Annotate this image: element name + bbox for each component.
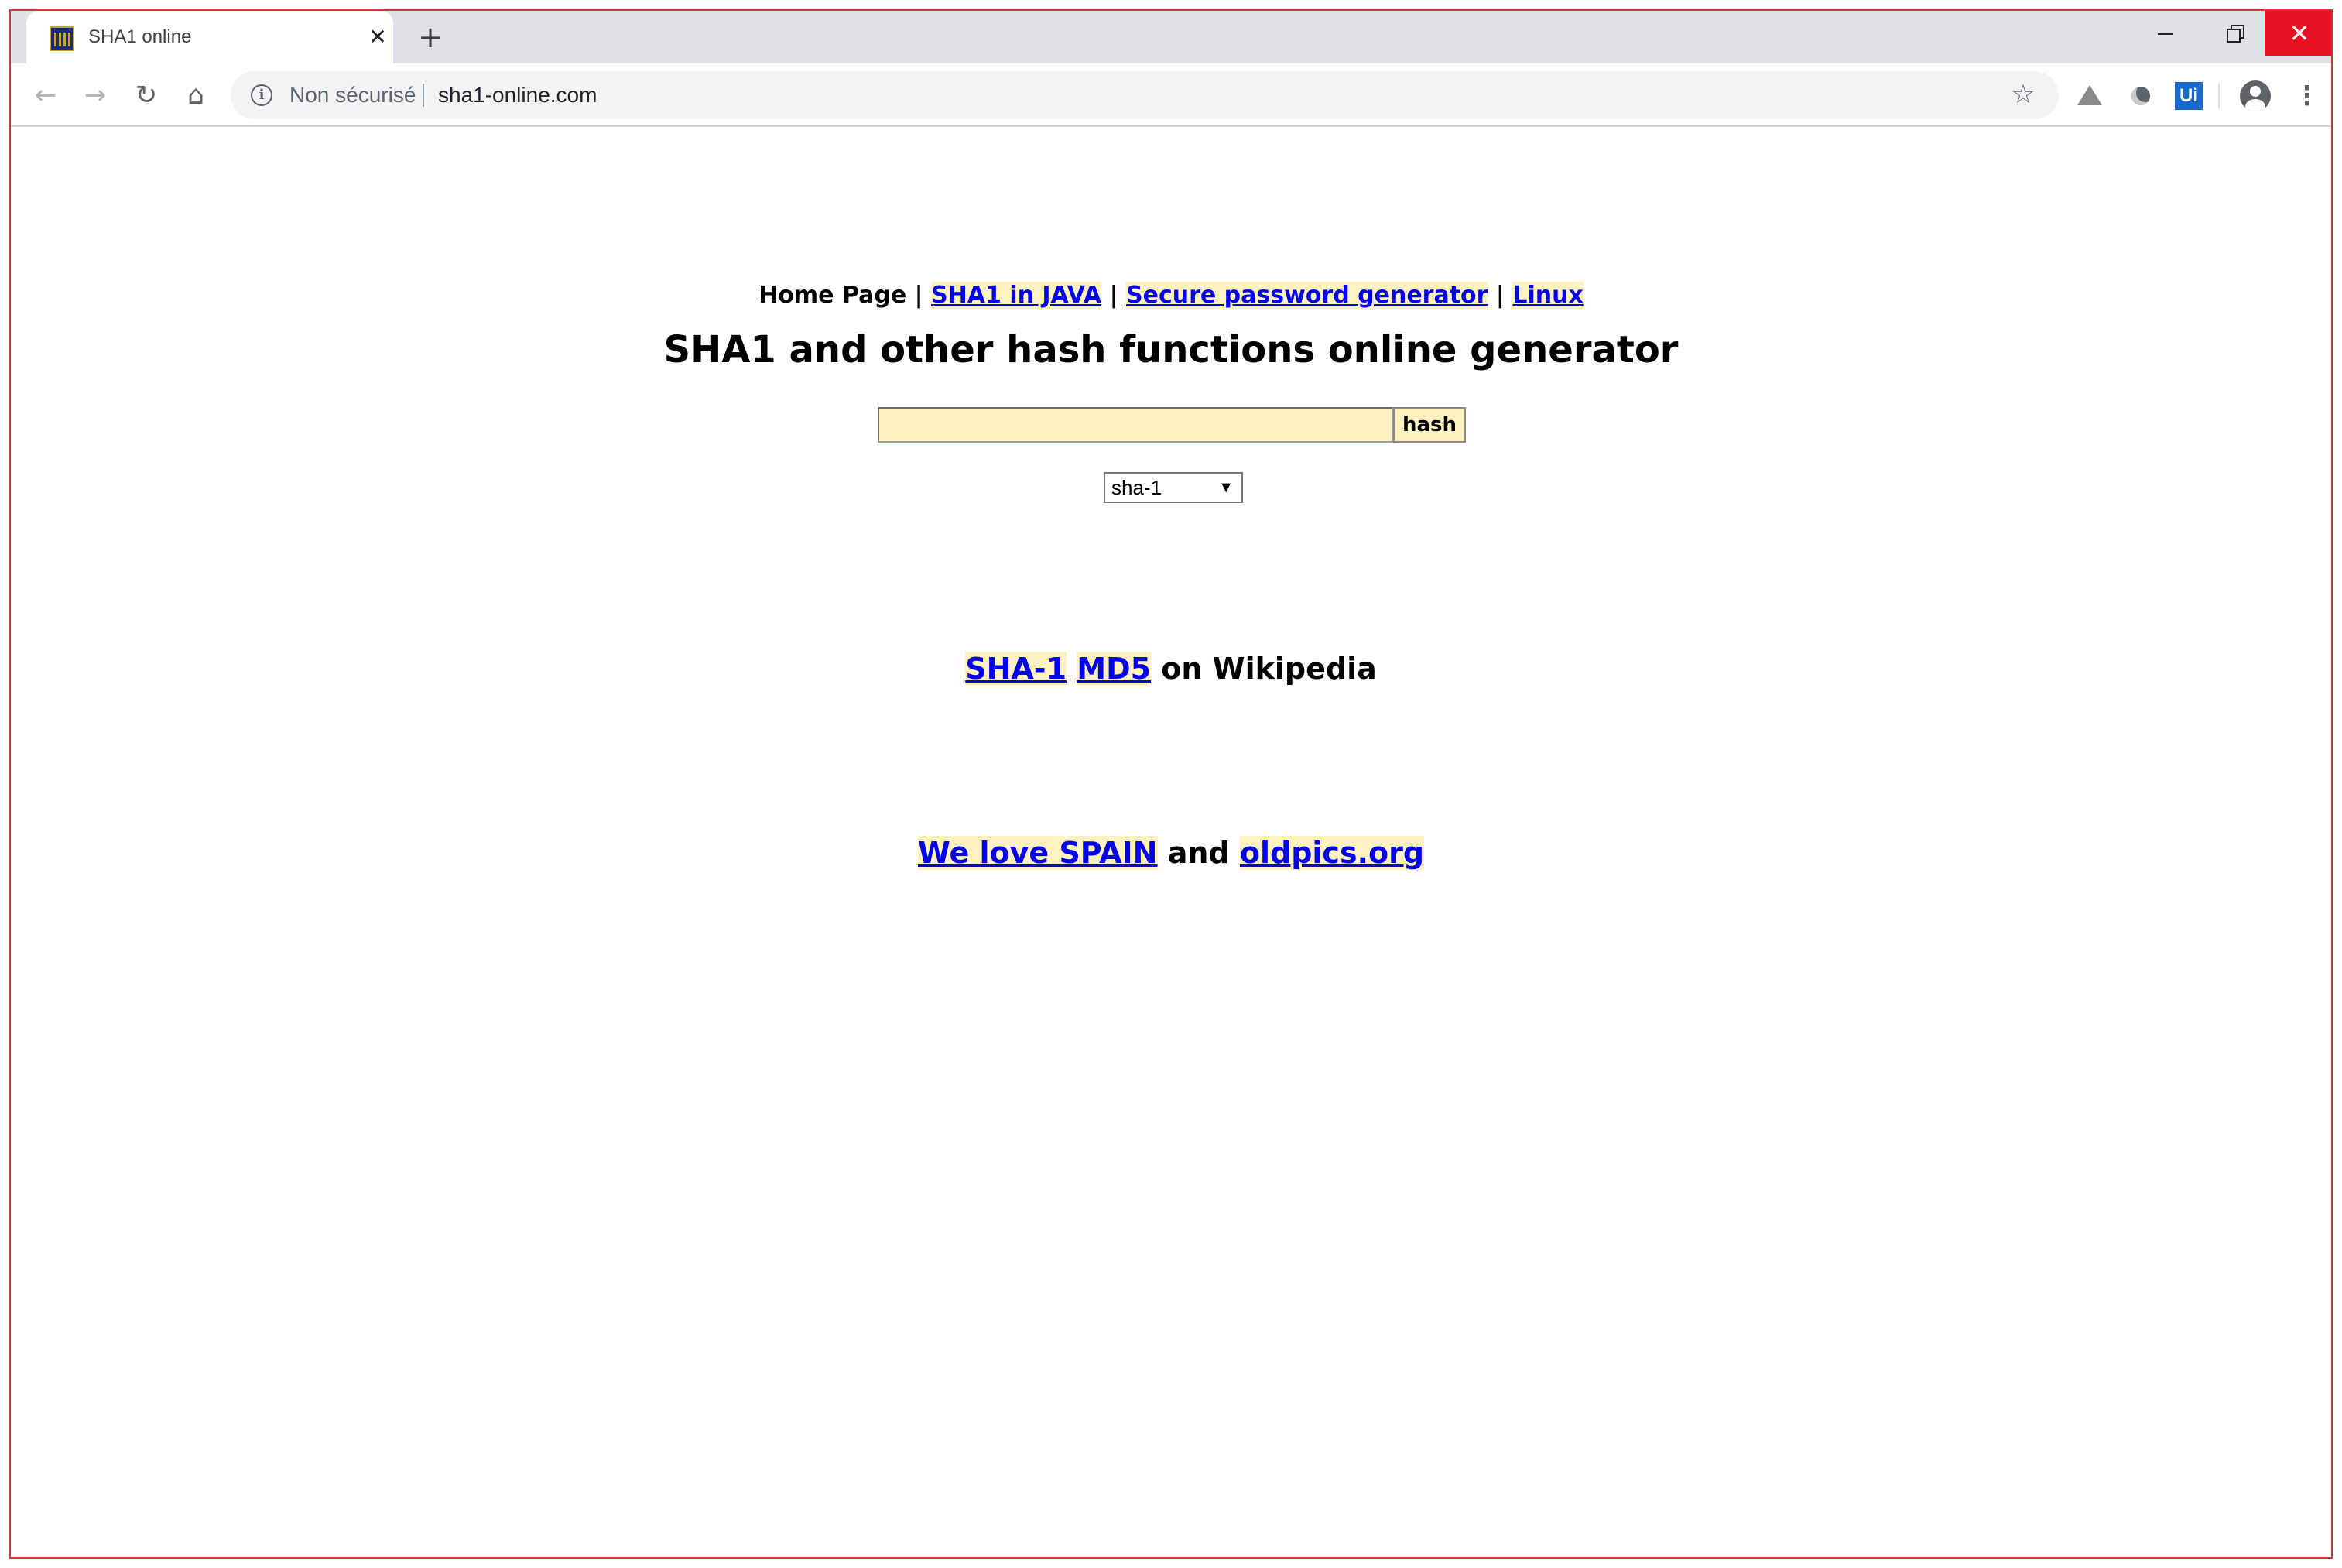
circle-extension-icon[interactable]	[2125, 80, 2156, 111]
browser-toolbar: ← → ↻ ⌂ i Non sécurisé sha1-online.com ☆…	[11, 63, 2331, 127]
nav-separator: |	[1101, 282, 1126, 309]
browser-window: SHA1 online ✕ + ✕ ← → ↻ ⌂ i Non sécurisé…	[9, 9, 2333, 1559]
more-menu-icon[interactable]: ⋮	[2294, 80, 2320, 111]
link-secure-password-generator[interactable]: Secure password generator	[1126, 282, 1488, 309]
bookmark-star-icon[interactable]: ☆	[2008, 79, 2039, 110]
algorithm-select[interactable]: sha-1 ▼	[1104, 472, 1243, 503]
nav-separator: |	[906, 282, 932, 309]
wikipedia-links: SHA-1 MD5 on Wikipedia	[11, 652, 2331, 686]
minimize-button[interactable]	[2130, 11, 2200, 56]
link-sha-1-wikipedia[interactable]: SHA-1	[965, 652, 1067, 686]
wikipedia-suffix: on Wikipedia	[1161, 652, 1377, 686]
tab-strip: SHA1 online ✕ + ✕	[11, 11, 2331, 63]
home-icon[interactable]: ⌂	[176, 76, 215, 115]
reload-icon[interactable]: ↻	[127, 76, 166, 115]
site-favicon-icon	[50, 26, 74, 51]
uipath-extension-icon[interactable]: Ui	[2175, 82, 2203, 110]
tab-close-icon[interactable]: ✕	[365, 25, 390, 50]
tab-sha1-online[interactable]: SHA1 online ✕	[26, 11, 393, 63]
url-divider	[423, 84, 424, 107]
nav-home-page: Home Page	[758, 282, 907, 309]
promo-and: and	[1167, 836, 1230, 870]
toolbar-divider	[2218, 84, 2220, 108]
promo-links: We love SPAIN and oldpics.org	[11, 836, 2331, 870]
restore-button[interactable]	[2200, 11, 2269, 56]
dropdown-arrow-icon: ▼	[1218, 479, 1234, 496]
link-sha1-in-java[interactable]: SHA1 in JAVA	[931, 282, 1102, 309]
top-navigation: Home Page | SHA1 in JAVA | Secure passwo…	[11, 282, 2331, 309]
link-we-love-spain[interactable]: We love SPAIN	[917, 836, 1158, 870]
page-title: SHA1 and other hash functions online gen…	[663, 328, 1679, 371]
link-linux[interactable]: Linux	[1512, 282, 1584, 309]
back-arrow-icon[interactable]: ←	[26, 76, 65, 115]
site-info-icon[interactable]: i	[251, 84, 272, 106]
forward-arrow-icon[interactable]: →	[76, 76, 115, 115]
hash-button[interactable]: hash	[1393, 407, 1466, 443]
url-text[interactable]: sha1-online.com	[438, 83, 597, 108]
link-oldpics[interactable]: oldpics.org	[1239, 836, 1425, 870]
profile-avatar-icon[interactable]	[2240, 80, 2271, 111]
window-close-button[interactable]: ✕	[2265, 11, 2331, 56]
page-content: Home Page | SHA1 in JAVA | Secure passwo…	[11, 128, 2331, 1557]
address-bar[interactable]: i Non sécurisé sha1-online.com ☆	[231, 71, 2059, 119]
security-status-label: Non sécurisé	[289, 83, 416, 107]
nav-separator: |	[1488, 282, 1513, 309]
hash-text-input[interactable]	[878, 407, 1393, 443]
new-tab-button[interactable]: +	[415, 22, 446, 53]
tab-title: SHA1 online	[88, 26, 192, 47]
drive-extension-icon[interactable]	[2074, 80, 2105, 111]
hash-form: hash	[878, 407, 1481, 443]
link-md5-wikipedia[interactable]: MD5	[1077, 652, 1152, 686]
algorithm-selected-value: sha-1	[1111, 476, 1162, 499]
